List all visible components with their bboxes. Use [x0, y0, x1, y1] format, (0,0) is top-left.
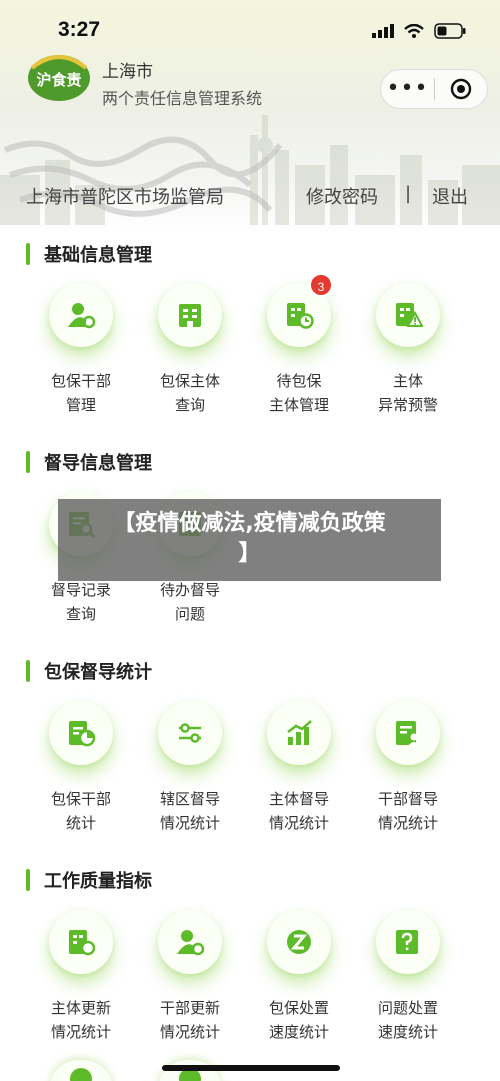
home-indicator[interactable]	[162, 1065, 340, 1071]
miniprogram-capsule: •••	[380, 69, 488, 109]
menu-item-label: 主体 异常预警	[377, 372, 438, 414]
building-alert-icon	[396, 303, 423, 327]
menu-item-entity-update[interactable]: 主体更新 情况统计	[26, 910, 136, 1044]
logo: 沪食责	[28, 55, 90, 101]
brand-system-name: 两个责任信息管理系统	[102, 89, 263, 108]
section-accent-bar	[26, 660, 30, 682]
bar-trend-icon	[287, 720, 312, 745]
menu-item-district-stats[interactable]: 辖区督导 情况统计	[135, 701, 245, 835]
overlay-banner: 【疫情做减法,疫情减负政策 】	[58, 499, 441, 581]
question-edit-icon	[396, 930, 418, 954]
menu-item-label: 问题处置 速度统计	[377, 999, 438, 1041]
menu-item-label: 包保干部 统计	[50, 790, 111, 832]
menu-item-entity-stats[interactable]: 主体督导 情况统计	[244, 701, 354, 835]
menu-item-label: 主体督导 情况统计	[268, 790, 329, 832]
section-title-supervision: 督导信息管理	[26, 450, 152, 474]
close-target-button[interactable]	[435, 78, 487, 100]
menu-item-label: 督导记录 查询	[50, 581, 111, 623]
status-time: 3:27	[58, 18, 101, 41]
sliders-icon	[179, 723, 201, 743]
section-accent-bar	[26, 243, 30, 265]
menu-item-label: 包保干部 管理	[50, 372, 111, 414]
target-icon	[450, 78, 472, 100]
menu-item-cadre-stats[interactable]: 包保干部 统计	[26, 701, 136, 835]
section-title-quality: 工作质量指标	[26, 868, 152, 892]
section-title-statistics: 包保督导统计	[26, 659, 152, 683]
chart-stat-icon	[69, 721, 96, 747]
section-accent-bar	[26, 869, 30, 891]
svg-text:沪食责: 沪食责	[36, 71, 81, 89]
wifi-icon	[404, 24, 424, 38]
menu-item-pending-entity[interactable]: 3 待包保 主体管理	[244, 273, 354, 417]
section-accent-bar	[26, 451, 30, 473]
menu-item-cadre-update[interactable]: 干部更新 情况统计	[135, 910, 245, 1044]
section-title-basic: 基础信息管理	[26, 242, 152, 266]
speed-z-icon	[70, 1068, 92, 1081]
logout-link[interactable]: 退出	[432, 183, 468, 209]
menu-item-label: 辖区督导 情况统计	[159, 790, 220, 832]
notification-badge: 3	[309, 273, 333, 297]
menu-item-entity-query[interactable]: 包保主体 查询	[135, 283, 245, 417]
building-refresh-icon	[69, 930, 96, 956]
change-password-link[interactable]: 修改密码	[306, 183, 378, 209]
nav-divider: |	[405, 183, 412, 204]
building-clock-icon	[287, 303, 314, 329]
signal-icon	[372, 24, 394, 38]
doc-person-icon	[396, 721, 420, 746]
speed-z-icon	[287, 930, 311, 954]
menu-item-issue-speed[interactable]: 问题处置 速度统计	[353, 910, 463, 1044]
menu-item-label: 待办督导 问题	[159, 581, 220, 623]
menu-item-officer-stats[interactable]: 干部督导 情况统计	[353, 701, 463, 835]
menu-item-abnormal-warning[interactable]: 主体 异常预警	[353, 283, 463, 417]
menu-item-label: 干部更新 情况统计	[159, 999, 220, 1041]
menu-item-cadre-manage[interactable]: 包保干部 管理	[26, 283, 136, 417]
battery-icon	[434, 23, 466, 39]
building-icon	[179, 304, 201, 327]
menu-item-label: 待包保 主体管理	[268, 372, 329, 414]
partial-menu-item[interactable]	[49, 1060, 113, 1081]
person-refresh-icon	[177, 930, 205, 956]
status-icons	[372, 23, 466, 39]
menu-item-label: 包保处置 速度统计	[268, 999, 329, 1041]
brand-city: 上海市	[102, 62, 153, 82]
overlay-text-line2: 】	[238, 541, 261, 566]
person-gear-icon	[68, 303, 96, 329]
menu-item-label: 包保主体 查询	[159, 372, 220, 414]
menu-item-label: 主体更新 情况统计	[50, 999, 111, 1041]
more-menu-button[interactable]: •••	[381, 78, 434, 100]
menu-item-label: 干部督导 情况统计	[377, 790, 438, 832]
menu-item-handling-speed[interactable]: 包保处置 速度统计	[244, 910, 354, 1044]
unit-name: 上海市普陀区市场监管局	[26, 187, 224, 208]
overlay-text-line1: 【疫情做减法,疫情减负政策	[113, 511, 386, 536]
